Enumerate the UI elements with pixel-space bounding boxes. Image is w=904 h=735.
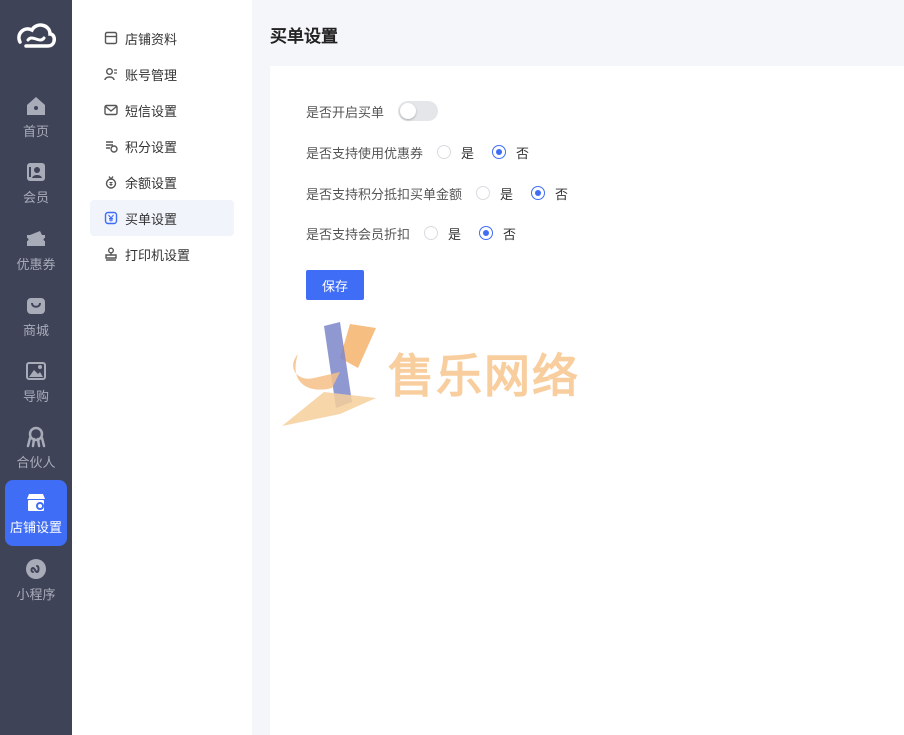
radio-dot bbox=[492, 145, 507, 159]
watermark-logo-icon bbox=[282, 322, 376, 426]
enable-checkout-toggle[interactable] bbox=[398, 101, 439, 121]
watermark-text: 售乐网络 bbox=[388, 349, 580, 403]
printer-icon bbox=[105, 247, 117, 261]
radio-dot bbox=[479, 226, 494, 240]
wallet-icon bbox=[105, 176, 117, 189]
radio-dot bbox=[476, 186, 491, 200]
submenu-item-account[interactable]: 账号管理 bbox=[90, 56, 234, 92]
nav-item-label: 首页 bbox=[22, 124, 49, 140]
nav-item-label: 合伙人 bbox=[16, 455, 56, 471]
radio-label: 是 bbox=[500, 187, 514, 203]
nav-item-store-settings[interactable]: 店铺设置 bbox=[5, 480, 67, 546]
submenu-item-checkout[interactable]: 买单设置 bbox=[90, 200, 234, 236]
mini-program-icon bbox=[26, 558, 46, 579]
nav-item-label: 优惠券 bbox=[16, 257, 56, 273]
nav-item-partner[interactable]: 合伙人 bbox=[5, 415, 67, 481]
coupon-yes-radio[interactable]: 是 bbox=[437, 143, 474, 162]
nav-item-label: 导购 bbox=[22, 389, 49, 405]
yen-icon bbox=[104, 211, 118, 225]
save-button[interactable]: 保存 bbox=[306, 270, 364, 300]
member-discount-no-radio[interactable]: 否 bbox=[479, 224, 516, 243]
submenu-item-label: 店铺资料 bbox=[125, 32, 178, 48]
watermark: 售乐网络 bbox=[280, 318, 620, 430]
store-icon bbox=[104, 31, 118, 45]
points-row: 是否支持积分抵扣买单金额 是 否 bbox=[306, 182, 568, 204]
radio-label: 否 bbox=[503, 227, 517, 243]
member-discount-yes-radio[interactable]: 是 bbox=[424, 224, 461, 243]
nav-item-mini-program[interactable]: 小程序 bbox=[5, 547, 67, 613]
coupon-icon bbox=[27, 230, 45, 246]
nav-item-label: 会员 bbox=[22, 190, 49, 206]
submenu-item-balance[interactable]: 余额设置 bbox=[90, 164, 234, 200]
enable-checkout-row: 是否开启买单 bbox=[306, 100, 439, 122]
nav-item-label: 商城 bbox=[22, 323, 49, 339]
member-card-icon bbox=[27, 162, 45, 181]
coupon-row: 是否支持使用优惠券 是 否 bbox=[306, 141, 529, 163]
nav-item-label: 小程序 bbox=[16, 587, 56, 603]
nav-item-mall[interactable]: 商城 bbox=[5, 283, 67, 349]
coupon-label: 是否支持使用优惠券 bbox=[306, 146, 424, 162]
submenu-item-printer[interactable]: 打印机设置 bbox=[90, 236, 234, 272]
nav-item-member[interactable]: 会员 bbox=[5, 150, 67, 216]
submenu-item-store-info[interactable]: 店铺资料 bbox=[90, 20, 234, 56]
submenu-item-label: 短信设置 bbox=[125, 104, 178, 120]
member-discount-row: 是否支持会员折扣 是 否 bbox=[306, 222, 516, 244]
nav-item-coupon[interactable]: 优惠券 bbox=[5, 217, 67, 283]
store-settings-icon bbox=[27, 493, 45, 511]
submenu-item-sms[interactable]: 短信设置 bbox=[90, 92, 234, 128]
settings-submenu: 店铺资料 账号管理 短信设置 积分设置 余额设置 买单设置 打印机设置 bbox=[72, 0, 252, 735]
main-nav: 首页 会员 优惠券 商城 导购 合伙人 店铺设置 小程序 bbox=[0, 0, 72, 735]
nav-item-home[interactable]: 首页 bbox=[5, 84, 67, 150]
submenu-item-label: 买单设置 bbox=[125, 212, 178, 228]
radio-label: 是 bbox=[461, 146, 475, 162]
submenu-item-label: 打印机设置 bbox=[125, 248, 191, 264]
user-manage-icon bbox=[104, 68, 117, 81]
radio-dot bbox=[531, 186, 546, 200]
radio-label: 是 bbox=[448, 227, 462, 243]
submenu-item-label: 积分设置 bbox=[125, 140, 178, 156]
image-icon bbox=[26, 361, 46, 380]
radio-dot bbox=[424, 226, 439, 240]
submenu-item-points[interactable]: 积分设置 bbox=[90, 128, 234, 164]
points-icon bbox=[106, 141, 118, 153]
app-logo-icon bbox=[17, 23, 56, 48]
partner-icon bbox=[26, 426, 46, 447]
page-title: 买单设置 bbox=[270, 27, 338, 47]
coupon-no-radio[interactable]: 否 bbox=[492, 143, 529, 162]
radio-label: 否 bbox=[516, 146, 530, 162]
shopping-bag-icon bbox=[27, 297, 45, 314]
points-yes-radio[interactable]: 是 bbox=[476, 184, 513, 203]
enable-checkout-label: 是否开启买单 bbox=[306, 105, 385, 121]
member-discount-label: 是否支持会员折扣 bbox=[306, 227, 411, 243]
nav-item-guide[interactable]: 导购 bbox=[5, 349, 67, 415]
radio-label: 否 bbox=[555, 187, 569, 203]
mail-icon bbox=[104, 104, 118, 116]
nav-item-label: 店铺设置 bbox=[9, 520, 62, 536]
home-icon bbox=[27, 96, 45, 115]
points-label: 是否支持积分抵扣买单金额 bbox=[306, 187, 463, 203]
radio-dot bbox=[437, 145, 452, 159]
submenu-item-label: 账号管理 bbox=[125, 68, 178, 84]
submenu-item-label: 余额设置 bbox=[125, 176, 178, 192]
app-root: 首页 会员 优惠券 商城 导购 合伙人 店铺设置 小程序 店铺资料 账号管理 短… bbox=[0, 0, 904, 735]
points-no-radio[interactable]: 否 bbox=[531, 184, 568, 203]
